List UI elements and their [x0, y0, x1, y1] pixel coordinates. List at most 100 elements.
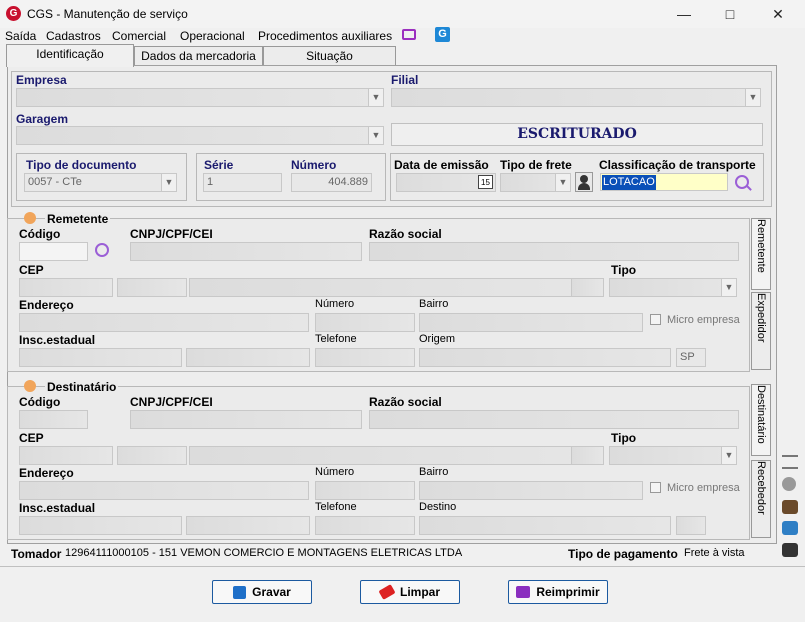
- toolbar-hand-icon[interactable]: [782, 500, 798, 514]
- destinatario-destino-label: Destino: [419, 501, 457, 513]
- remetente-razao-input[interactable]: [369, 242, 739, 261]
- side-tab-destinatario[interactable]: Destinatário: [751, 384, 771, 456]
- maximize-button[interactable]: □: [707, 2, 753, 26]
- remetente-razao-label: Razão social: [369, 227, 442, 241]
- empresa-select[interactable]: ▼: [16, 88, 384, 107]
- destinatario-endereco-label: Endereço: [19, 466, 74, 480]
- destinatario-person-icon: [24, 380, 36, 392]
- tab-identificacao[interactable]: Identificação: [6, 44, 134, 67]
- destinatario-destino-input[interactable]: [419, 516, 671, 535]
- destinatario-title: Destinatário: [45, 380, 119, 394]
- destinatario-cnpj-input[interactable]: [130, 410, 362, 429]
- destinatario-tipo-select[interactable]: ▼: [609, 446, 737, 465]
- side-tab-remetente[interactable]: Remetente: [751, 218, 771, 290]
- serie-field[interactable]: 1: [203, 173, 282, 192]
- remetente-codigo-label: Código: [19, 227, 61, 241]
- remetente-bairro-input[interactable]: [419, 313, 643, 332]
- remetente-micro-label: Micro empresa: [667, 314, 740, 326]
- classificacao-field[interactable]: LOTACAO: [600, 173, 728, 191]
- remetente-insc-label: Insc.estadual: [19, 333, 96, 347]
- remetente-tipo-select[interactable]: ▼: [609, 278, 737, 297]
- remetente-telefone-input[interactable]: [315, 348, 415, 367]
- garagem-select[interactable]: ▼: [16, 126, 384, 145]
- toolbar-person-icon[interactable]: [782, 543, 798, 557]
- remetente-cep-input[interactable]: [19, 278, 113, 297]
- reimprimir-button[interactable]: Reimprimir: [508, 580, 608, 604]
- destinatario-insc-status: [186, 516, 310, 535]
- menu-comercial[interactable]: Comercial: [112, 28, 166, 44]
- destinatario-uf-input[interactable]: [571, 446, 604, 465]
- minimize-button[interactable]: —: [661, 2, 707, 26]
- calendar-icon[interactable]: 15: [478, 175, 493, 189]
- menu-procedimentos-auxiliares[interactable]: Procedimentos auxiliares: [258, 28, 392, 44]
- destinatario-codigo-input[interactable]: [19, 410, 88, 429]
- remetente-endereco-input[interactable]: [19, 313, 309, 332]
- destinatario-micro-checkbox[interactable]: [650, 482, 661, 493]
- destinatario-bairro-input[interactable]: [419, 481, 643, 500]
- destinatario-insc-label: Insc.estadual: [19, 501, 96, 515]
- limpar-label: Limpar: [399, 585, 440, 599]
- tab-situacao[interactable]: Situação: [263, 46, 396, 66]
- menu-operacional[interactable]: Operacional: [180, 28, 245, 44]
- tipo-documento-select[interactable]: 0057 - CTe ▼: [24, 173, 177, 192]
- tipo-pagamento-value: Frete à vista: [684, 547, 745, 559]
- tipo-frete-select[interactable]: ▼: [500, 173, 571, 192]
- limpar-button[interactable]: Limpar: [360, 580, 460, 604]
- destinatario-cnpj-label: CNPJ/CPF/CEI: [130, 395, 213, 409]
- remetente-search-icon[interactable]: [95, 243, 109, 257]
- app-g-icon[interactable]: G: [435, 27, 450, 42]
- numero-value: 404.889: [328, 176, 368, 188]
- destinatario-endereco-input[interactable]: [19, 481, 309, 500]
- destinatario-numero-label: Número: [315, 466, 355, 478]
- remetente-person-icon: [24, 212, 36, 224]
- toolbar-circle-icon[interactable]: [782, 477, 796, 491]
- person-lookup-icon[interactable]: [575, 172, 593, 192]
- window-title: CGS - Manutenção de serviço: [27, 7, 188, 21]
- remetente-origem-label: Origem: [419, 333, 456, 345]
- toolbar-users-icon[interactable]: [782, 521, 798, 535]
- gravar-label: Gravar: [252, 585, 291, 599]
- remetente-uf-value: SP: [680, 351, 695, 363]
- destinatario-cidade-button[interactable]: [117, 446, 187, 465]
- app-logo-icon: G: [6, 6, 21, 21]
- remetente-title: Remetente: [45, 212, 111, 226]
- destinatario-cep-input[interactable]: [19, 446, 113, 465]
- destinatario-cidade-input[interactable]: [189, 446, 599, 465]
- gravar-button[interactable]: Gravar: [212, 580, 312, 604]
- remetente-insc-status: [186, 348, 310, 367]
- destinatario-insc-input[interactable]: [19, 516, 182, 535]
- side-tab-expedidor[interactable]: Expedidor: [751, 292, 771, 370]
- empresa-label: Empresa: [16, 73, 67, 87]
- side-tab-recebedor[interactable]: Recebedor: [751, 460, 771, 538]
- remetente-origem-input[interactable]: [419, 348, 671, 367]
- numero-field[interactable]: 404.889: [291, 173, 372, 192]
- tab-dados-mercadoria[interactable]: Dados da mercadoria: [134, 46, 263, 66]
- data-emissao-label: Data de emissão: [394, 158, 489, 172]
- remetente-numero-label: Número: [315, 298, 355, 310]
- remetente-uf-input[interactable]: [571, 278, 604, 297]
- destinatario-codigo-label: Código: [19, 395, 61, 409]
- remetente-cidade-button[interactable]: [117, 278, 187, 297]
- monitor-icon[interactable]: [402, 29, 416, 40]
- filial-select[interactable]: ▼: [391, 88, 761, 107]
- remetente-codigo-input[interactable]: [19, 242, 88, 261]
- close-button[interactable]: ✕: [755, 2, 801, 26]
- menu-saida[interactable]: Saída: [5, 28, 36, 44]
- remetente-numero-input[interactable]: [315, 313, 415, 332]
- destinatario-numero-input[interactable]: [315, 481, 415, 500]
- destinatario-tipo-label: Tipo: [611, 431, 637, 445]
- data-emissao-field[interactable]: 15: [396, 173, 496, 192]
- toolbar-lines-icon[interactable]: [782, 455, 798, 469]
- destinatario-razao-input[interactable]: [369, 410, 739, 429]
- remetente-micro-checkbox[interactable]: [650, 314, 661, 325]
- remetente-telefone-label: Telefone: [315, 333, 357, 345]
- destinatario-telefone-input[interactable]: [315, 516, 415, 535]
- menu-cadastros[interactable]: Cadastros: [46, 28, 101, 44]
- remetente-cidade-input[interactable]: [189, 278, 599, 297]
- destinatario-cep-label: CEP: [19, 431, 44, 445]
- filial-label: Filial: [391, 73, 419, 87]
- remetente-insc-input[interactable]: [19, 348, 182, 367]
- tipo-documento-value: 0057 - CTe: [28, 176, 82, 188]
- remetente-cnpj-input[interactable]: [130, 242, 362, 261]
- serie-label: Série: [204, 158, 234, 172]
